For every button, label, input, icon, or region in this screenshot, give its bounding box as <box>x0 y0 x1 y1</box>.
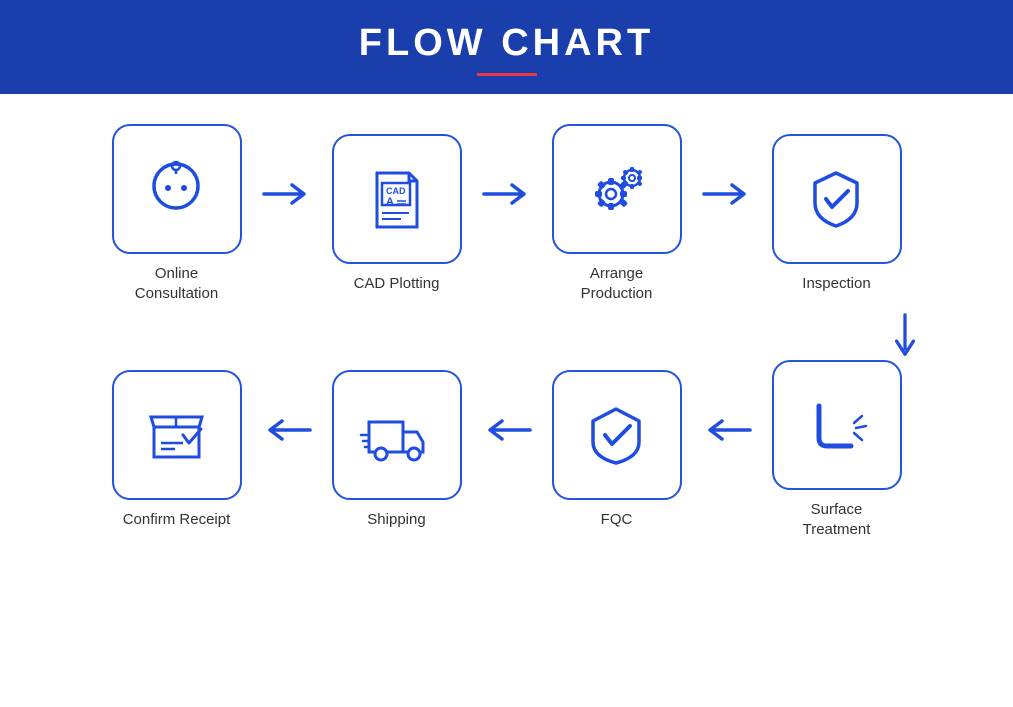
fqc-icon <box>579 397 654 472</box>
icon-box-cad-plotting: CAD A <box>332 134 462 264</box>
icon-box-online-consultation <box>112 124 242 254</box>
label-inspection: Inspection <box>802 274 870 294</box>
arrow-1-2 <box>257 179 317 209</box>
cad-plotting-icon: CAD A <box>359 161 434 236</box>
arrow-2-3 <box>477 179 537 209</box>
step-arrange-production: ArrangeProduction <box>537 124 697 303</box>
page-title: FLOW CHART <box>0 22 1013 65</box>
icon-box-confirm-receipt <box>112 370 242 500</box>
icon-box-surface-treatment <box>772 360 902 490</box>
icon-box-shipping <box>332 370 462 500</box>
flow-row-1: OnlineConsultation CAD A <box>60 124 953 303</box>
step-shipping: Shipping <box>317 370 477 530</box>
arrow-left-icon <box>262 415 312 445</box>
arrow-surface-to-fqc <box>697 415 757 445</box>
page-header: FLOW CHART <box>0 0 1013 94</box>
label-confirm-receipt: Confirm Receipt <box>123 510 231 530</box>
step-online-consultation: OnlineConsultation <box>97 124 257 303</box>
arrow-left-icon <box>482 415 532 445</box>
svg-text:A: A <box>386 196 394 208</box>
step-fqc: FQC <box>537 370 697 530</box>
arrow-down-icon <box>890 313 920 358</box>
label-fqc: FQC <box>601 510 633 530</box>
arrow-3-4 <box>697 179 757 209</box>
main-content: OnlineConsultation CAD A <box>0 94 1013 559</box>
online-consultation-icon <box>139 152 214 227</box>
step-inspection: Inspection <box>757 134 917 294</box>
label-surface-treatment: SurfaceTreatment <box>803 500 871 539</box>
surface-treatment-icon <box>799 388 874 463</box>
icon-box-fqc <box>552 370 682 500</box>
label-online-consultation: OnlineConsultation <box>135 264 218 303</box>
step-cad-plotting: CAD A CAD Plotting <box>317 134 477 294</box>
arrow-right-icon <box>482 179 532 209</box>
label-shipping: Shipping <box>367 510 425 530</box>
inspection-icon <box>799 161 874 236</box>
confirm-receipt-icon <box>139 397 214 472</box>
svg-text:CAD: CAD <box>386 186 406 196</box>
arrow-right-icon <box>702 179 752 209</box>
flow-row-2: Confirm Receipt <box>60 360 953 539</box>
arrow-shipping-to-confirm <box>257 415 317 445</box>
label-arrange-production: ArrangeProduction <box>581 264 653 303</box>
step-surface-treatment: SurfaceTreatment <box>757 360 917 539</box>
header-underline <box>477 73 537 76</box>
icon-box-arrange-production <box>552 124 682 254</box>
arrange-production-icon <box>579 152 654 227</box>
shipping-icon <box>359 397 434 472</box>
arrow-fqc-to-shipping <box>477 415 537 445</box>
arrow-left-icon <box>702 415 752 445</box>
label-cad-plotting: CAD Plotting <box>354 274 440 294</box>
arrow-right-icon <box>262 179 312 209</box>
step-confirm-receipt: Confirm Receipt <box>97 370 257 530</box>
icon-box-inspection <box>772 134 902 264</box>
arrow-down-4-8 <box>60 313 953 358</box>
